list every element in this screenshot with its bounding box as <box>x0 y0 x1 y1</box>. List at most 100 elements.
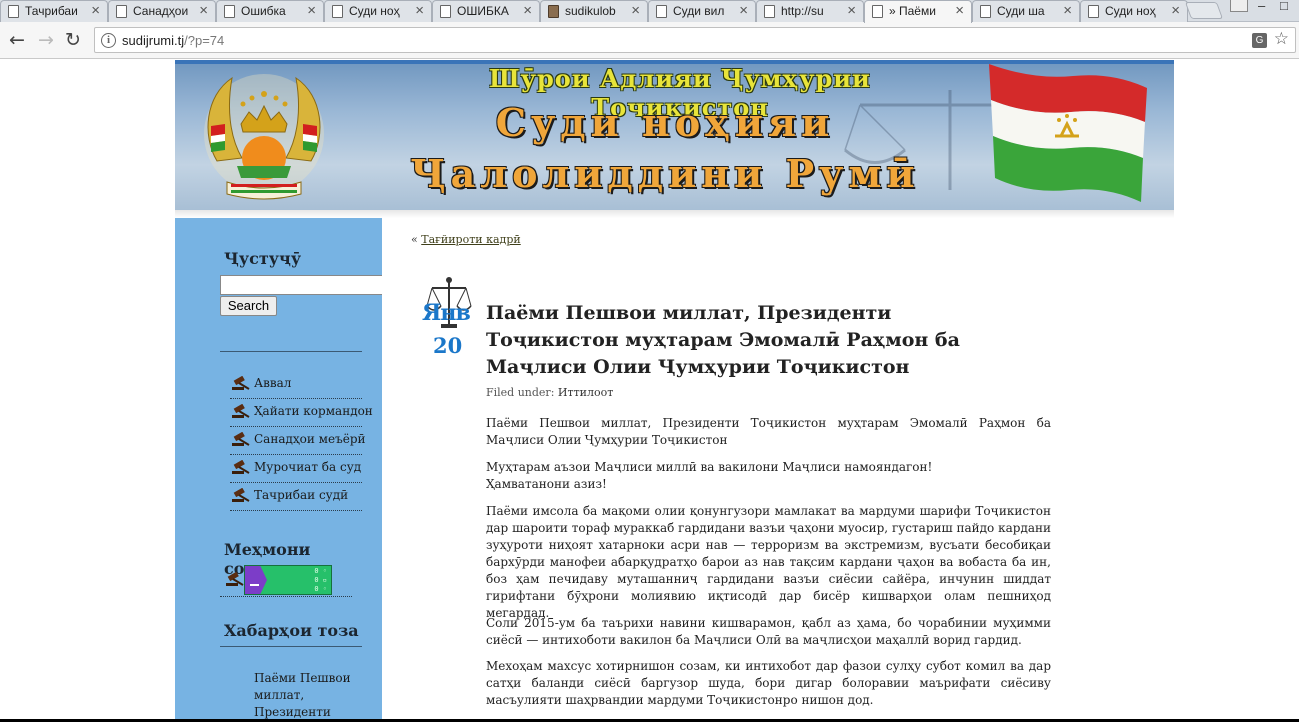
bookmark-star-icon[interactable]: ☆ <box>1274 29 1289 49</box>
close-icon[interactable]: × <box>631 2 640 19</box>
post-date-day: 20 <box>433 333 463 358</box>
visitor-counter: 0 ◦ 0 ▫ 0 ◦ <box>220 565 352 597</box>
sidebar-item-staff[interactable]: Ҳайати кормандон <box>230 399 373 427</box>
url-host: sudijrumi.tj <box>122 33 185 48</box>
main-content: « Тағйироти кадрӣ Янв 20 Паёми Пешвои ми… <box>382 218 1174 722</box>
tab-label: Суди ноҳ <box>1105 4 1156 18</box>
close-icon[interactable]: × <box>523 2 532 19</box>
sidebar-item-label: Тачрибаи судӣ <box>254 488 349 502</box>
maximize-button[interactable]: □ <box>1280 0 1288 13</box>
close-icon[interactable]: × <box>1063 2 1072 19</box>
document-icon <box>116 5 127 18</box>
prev-post-link[interactable]: Тағйироти кадрӣ <box>421 233 520 246</box>
tab-2[interactable]: Санадҳои × <box>108 0 216 22</box>
tab-4[interactable]: Суди ноҳ × <box>324 0 432 22</box>
document-icon <box>764 5 775 18</box>
tab-label: Санадҳои <box>133 4 189 18</box>
tajikistan-flag-image <box>989 64 1147 202</box>
sidebar-item-home[interactable]: Аввал <box>230 371 362 399</box>
post-category: Filed under: Иттилоот <box>486 386 613 399</box>
translate-icon[interactable]: G <box>1252 33 1267 48</box>
bar-chart-icon <box>250 574 259 586</box>
document-icon <box>224 5 235 18</box>
counter-stats-icon: 0 ◦ 0 ▫ 0 ◦ <box>314 567 327 593</box>
search-input[interactable] <box>220 275 382 295</box>
web-page: Шӯрои Адлияи Ҷумҳурии Тоҷикистон Суди но… <box>0 60 1299 722</box>
document-icon <box>332 5 343 18</box>
sidebar-item-appeal[interactable]: Мурочиат ба суд <box>230 455 362 483</box>
reload-button[interactable]: ↻ <box>62 29 84 51</box>
tab-9-active[interactable]: » Паёми × <box>864 0 972 23</box>
close-icon[interactable]: × <box>91 2 100 19</box>
post-paragraph: Соли 2015-ум ба таърихи навини кишварамо… <box>486 616 1051 647</box>
tab-11[interactable]: Суди ноҳ × <box>1080 0 1188 22</box>
tajikistan-emblem-logo <box>204 74 324 200</box>
document-icon <box>440 5 451 18</box>
sidebar-item-normative-acts[interactable]: Санадҳои меъёрӣ <box>230 427 366 455</box>
image-icon <box>548 5 559 18</box>
sidebar-menu: Аввал Ҳайати кормандон Санадҳои меъёрӣ М… <box>230 371 373 511</box>
browser-toolbar: ← → ↻ i sudijrumi.tj/?p=74 G ☆ <box>0 22 1299 59</box>
close-icon[interactable]: × <box>199 2 208 19</box>
latest-news-heading: Хабарҳои тоза <box>224 621 359 640</box>
post-paragraph: Муҳтарам аъзои Маҷлиси миллӣ ва вакилони… <box>486 460 933 474</box>
close-icon[interactable]: × <box>739 2 748 19</box>
close-icon[interactable]: × <box>1171 2 1180 19</box>
sidebar-item-judicial-practice[interactable]: Тачрибаи судӣ <box>230 483 362 511</box>
post-paragraph: Мехоҳам махсус хотирнишон созам, ки инти… <box>486 659 1051 707</box>
tab-10[interactable]: Суди ша × <box>972 0 1080 22</box>
gavel-icon <box>232 376 250 390</box>
tab-3[interactable]: Ошибка × <box>216 0 324 22</box>
counter-chevron <box>245 566 267 594</box>
forward-button[interactable]: → <box>35 29 57 51</box>
close-icon[interactable]: × <box>955 2 964 19</box>
sidebar-item-label: Аввал <box>254 376 292 390</box>
gavel-icon <box>232 488 250 502</box>
sidebar-item-label: Мурочиат ба суд <box>254 460 362 474</box>
counter-widget[interactable]: 0 ◦ 0 ▫ 0 ◦ <box>244 565 332 595</box>
document-icon <box>1088 5 1099 18</box>
post-date-month: Янв <box>422 300 471 326</box>
document-icon <box>8 5 19 18</box>
new-tab-button[interactable] <box>1184 2 1224 19</box>
post-paragraph: Паёми имсола ба мақоми олии қонунгузори … <box>486 504 1051 620</box>
tab-6[interactable]: sudikulob × <box>540 0 648 22</box>
gavel-icon <box>232 460 250 474</box>
tab-label: » Паёми <box>889 4 936 18</box>
tab-label: Тачрибаи <box>25 4 78 18</box>
minimize-button[interactable]: – <box>1258 0 1265 13</box>
previous-post-nav: « Тағйироти кадрӣ <box>411 233 521 246</box>
gavel-icon <box>232 432 250 446</box>
tab-8[interactable]: http://su × <box>756 0 864 22</box>
tab-7[interactable]: Суди вил × <box>648 0 756 22</box>
close-icon[interactable]: × <box>415 2 424 19</box>
news-item-link[interactable]: Паёми Пешвои миллат, Президенти <box>254 670 364 721</box>
url-text[interactable]: sudijrumi.tj/?p=74 <box>122 33 224 48</box>
document-icon <box>872 5 883 18</box>
filed-label: Filed under: <box>486 386 555 399</box>
post-paragraph: Ҳамватанони азиз! <box>486 477 607 491</box>
post-paragraph: Паёми Пешвои миллат, Президенти Тоҷикист… <box>486 416 1051 447</box>
tab-1[interactable]: Тачрибаи × <box>0 0 108 22</box>
back-button[interactable]: ← <box>6 29 28 51</box>
tab-5[interactable]: ОШИБКА × <box>432 0 540 22</box>
prev-arrow: « <box>411 233 418 246</box>
sidebar: Ҷустуҷӯ Search Аввал Ҳайати кормандон Са… <box>175 218 382 722</box>
category-link[interactable]: Иттилоот <box>558 386 613 399</box>
sidebar-item-label: Ҳайати кормандон <box>254 404 373 418</box>
tab-label: sudikulob <box>565 4 616 18</box>
header-court-title: Суди ноҳияи <box>495 100 835 145</box>
address-bar[interactable]: i sudijrumi.tj/?p=74 G ☆ <box>94 27 1296 53</box>
search-button[interactable]: Search <box>220 296 277 316</box>
tab-label: ОШИБКА <box>457 4 509 18</box>
close-icon[interactable]: × <box>847 2 856 19</box>
tab-label: http://su <box>781 4 824 18</box>
info-icon[interactable]: i <box>101 33 116 48</box>
sidebar-divider <box>220 351 362 352</box>
gavel-icon <box>232 404 250 418</box>
tab-strip: Тачрибаи × Санадҳои × Ошибка × Суди ноҳ … <box>0 0 1299 23</box>
site-header-banner: Шӯрои Адлияи Ҷумҳурии Тоҷикистон Суди но… <box>175 60 1174 210</box>
post-title[interactable]: Паёми Пешвои миллат, Президенти Тоҷикист… <box>486 300 1026 381</box>
profile-icon[interactable] <box>1230 0 1248 12</box>
close-icon[interactable]: × <box>307 2 316 19</box>
